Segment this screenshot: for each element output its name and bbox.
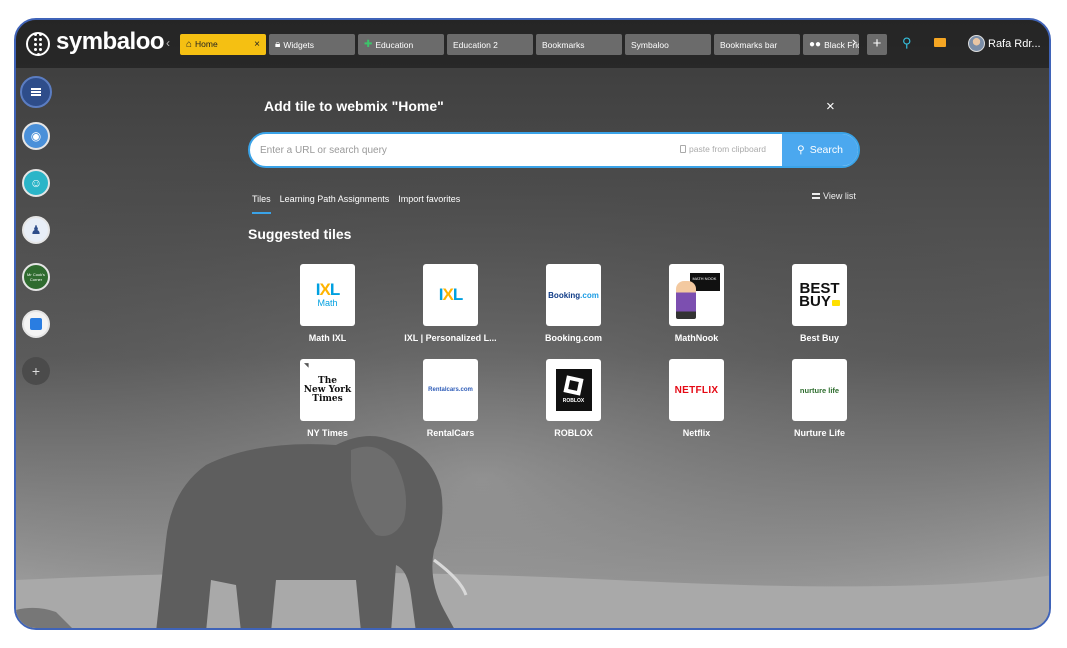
symbaloo-logo[interactable]: symbaloo — [56, 28, 165, 56]
list-icon — [31, 88, 41, 96]
tile-label: Best Buy — [799, 333, 839, 343]
close-icon[interactable]: × — [826, 98, 835, 115]
tile-label: IXL | Personalized L... — [404, 333, 497, 343]
tile-logo: ROBLOX — [546, 359, 601, 421]
tab-bookmarks[interactable]: Bookmarks — [536, 34, 622, 55]
search-button[interactable]: ⚲ Search — [782, 134, 858, 166]
people-icon: ☺ — [29, 176, 43, 190]
app-window: symbaloo ‹ ⌂ Home × 🔒︎ Widgets ✚ Education … — [14, 18, 1051, 630]
mathnook-logo: MATH NOOK — [672, 267, 722, 323]
nurture-life-logo: nurture life — [799, 385, 840, 395]
tile-netflix[interactable]: NETFLIX Netflix — [635, 359, 758, 442]
apps-grid-icon[interactable] — [26, 32, 50, 56]
tile-logo: IXL Math — [300, 264, 355, 326]
tile-logo: ◥ The New York Times — [300, 359, 355, 421]
mail-icon[interactable] — [934, 38, 946, 47]
sidebar-item-home[interactable] — [20, 76, 52, 108]
close-icon[interactable]: × — [254, 39, 260, 50]
best-buy-logo: BEST BUY — [799, 280, 840, 310]
search-icon[interactable]: ⚲ — [902, 35, 912, 51]
sidebar-item-corner[interactable]: Mr Cook's Corner — [22, 263, 50, 291]
clipboard-icon — [680, 145, 686, 153]
user-name[interactable]: Rafa Rdr... — [988, 38, 1041, 50]
tile-ixl-personalized[interactable]: IXL IXL | Personalized L... — [389, 264, 512, 347]
sidebar-item-people[interactable]: ☺ — [22, 169, 50, 197]
tile-math-ixl[interactable]: IXL Math Math IXL — [266, 264, 389, 347]
sidebar-add-button[interactable]: + — [22, 357, 50, 385]
top-bar: symbaloo ‹ ⌂ Home × 🔒︎ Widgets ✚ Education … — [16, 20, 1049, 68]
tab-education-2[interactable]: Education 2 — [447, 34, 533, 55]
tab-scroll-right-icon[interactable]: › — [852, 34, 856, 49]
tile-logo: BEST BUY — [792, 264, 847, 326]
tile-logo: nurture life — [792, 359, 847, 421]
sidebar-item-kids[interactable]: ♟ — [22, 216, 50, 244]
lock-icon: 🔒︎ — [275, 39, 281, 50]
tab-symbaloo[interactable]: Symbaloo — [625, 34, 711, 55]
tile-logo: Booking.com — [546, 264, 601, 326]
webmix-tabs: ⌂ Home × 🔒︎ Widgets ✚ Education Education 2… — [180, 34, 859, 55]
avatar[interactable] — [968, 35, 985, 52]
ixl-logo: IXL — [438, 285, 463, 304]
section-title: Suggested tiles — [248, 226, 352, 242]
sidebar: ◉ ☺ ♟ Mr Cook's Corner + — [16, 68, 56, 628]
tile-booking[interactable]: Booking.com Booking.com — [512, 264, 635, 347]
home-icon: ⌂ — [186, 39, 193, 50]
sidebar-item-owl[interactable]: ◉ — [22, 122, 50, 150]
tab-scroll-left-icon[interactable]: ‹ — [166, 36, 170, 50]
dialog-title: Add tile to webmix "Home" — [264, 98, 444, 114]
rentalcars-logo: Rentalcars.com — [428, 387, 473, 393]
tile-logo: Rentalcars.com — [423, 359, 478, 421]
search-icon: ⚲ — [797, 144, 805, 156]
ixl-logo: IXL — [315, 280, 340, 299]
tile-nurture-life[interactable]: nurture life Nurture Life — [758, 359, 881, 442]
tab-bookmarks-bar[interactable]: Bookmarks bar — [714, 34, 800, 55]
tab-black-friday[interactable]: ●● Black Frid — [803, 34, 859, 55]
tab-learning-path-assignments[interactable]: Learning Path Assignments — [280, 194, 390, 214]
tab-tiles[interactable]: Tiles — [252, 194, 271, 214]
view-list-button[interactable]: View list — [812, 191, 856, 201]
rss-icon: ◥ — [304, 363, 309, 369]
tile-label: Booking.com — [544, 333, 602, 343]
tile-mathnook[interactable]: MATH NOOK MathNook — [635, 264, 758, 347]
tile-label: NY Times — [307, 428, 348, 438]
search-bar: paste from clipboard ⚲ Search — [248, 132, 860, 168]
tile-logo: IXL — [423, 264, 478, 326]
tab-widgets[interactable]: 🔒︎ Widgets — [269, 34, 355, 55]
tile-logo: MATH NOOK — [669, 264, 724, 326]
kids-icon: ♟ — [30, 223, 42, 237]
list-icon — [812, 193, 820, 199]
sidebar-item-shop[interactable] — [22, 310, 50, 338]
tile-roblox[interactable]: ROBLOX ROBLOX — [512, 359, 635, 442]
tile-label: Math IXL — [308, 333, 347, 343]
roblox-logo: ROBLOX — [555, 369, 592, 411]
tile-best-buy[interactable]: BEST BUY Best Buy — [758, 264, 881, 347]
tile-label: Netflix — [682, 428, 711, 438]
add-tab-button[interactable]: + — [867, 34, 887, 55]
booking-logo: Booking.com — [548, 290, 599, 300]
tile-label: RentalCars — [426, 428, 475, 438]
shopping-bag-icon — [30, 318, 42, 330]
tab-education[interactable]: ✚ Education — [358, 34, 444, 55]
search-input[interactable] — [250, 134, 680, 166]
tile-ny-times[interactable]: ◥ The New York Times NY Times — [266, 359, 389, 442]
puzzle-icon: ✚ — [364, 39, 373, 50]
nyt-logo: The New York Times — [303, 375, 352, 404]
netflix-logo: NETFLIX — [674, 384, 719, 396]
tile-label: MathNook — [674, 333, 719, 343]
tab-home[interactable]: ⌂ Home × — [180, 34, 266, 55]
tab-import-favorites[interactable]: Import favorites — [398, 194, 460, 214]
paste-from-clipboard[interactable]: paste from clipboard — [680, 144, 766, 154]
tile-label: Nurture Life — [793, 428, 845, 438]
tile-logo: NETFLIX — [669, 359, 724, 421]
tile-label: ROBLOX — [554, 428, 593, 438]
dialog-subtabs: Tiles Learning Path Assignments Import f… — [252, 194, 460, 214]
glasses-icon: ●● — [809, 39, 822, 50]
suggested-tiles-grid: IXL Math Math IXL IXL IXL | Personalized… — [266, 264, 866, 442]
tile-rentalcars[interactable]: Rentalcars.com RentalCars — [389, 359, 512, 442]
owl-icon: ◉ — [30, 129, 42, 143]
